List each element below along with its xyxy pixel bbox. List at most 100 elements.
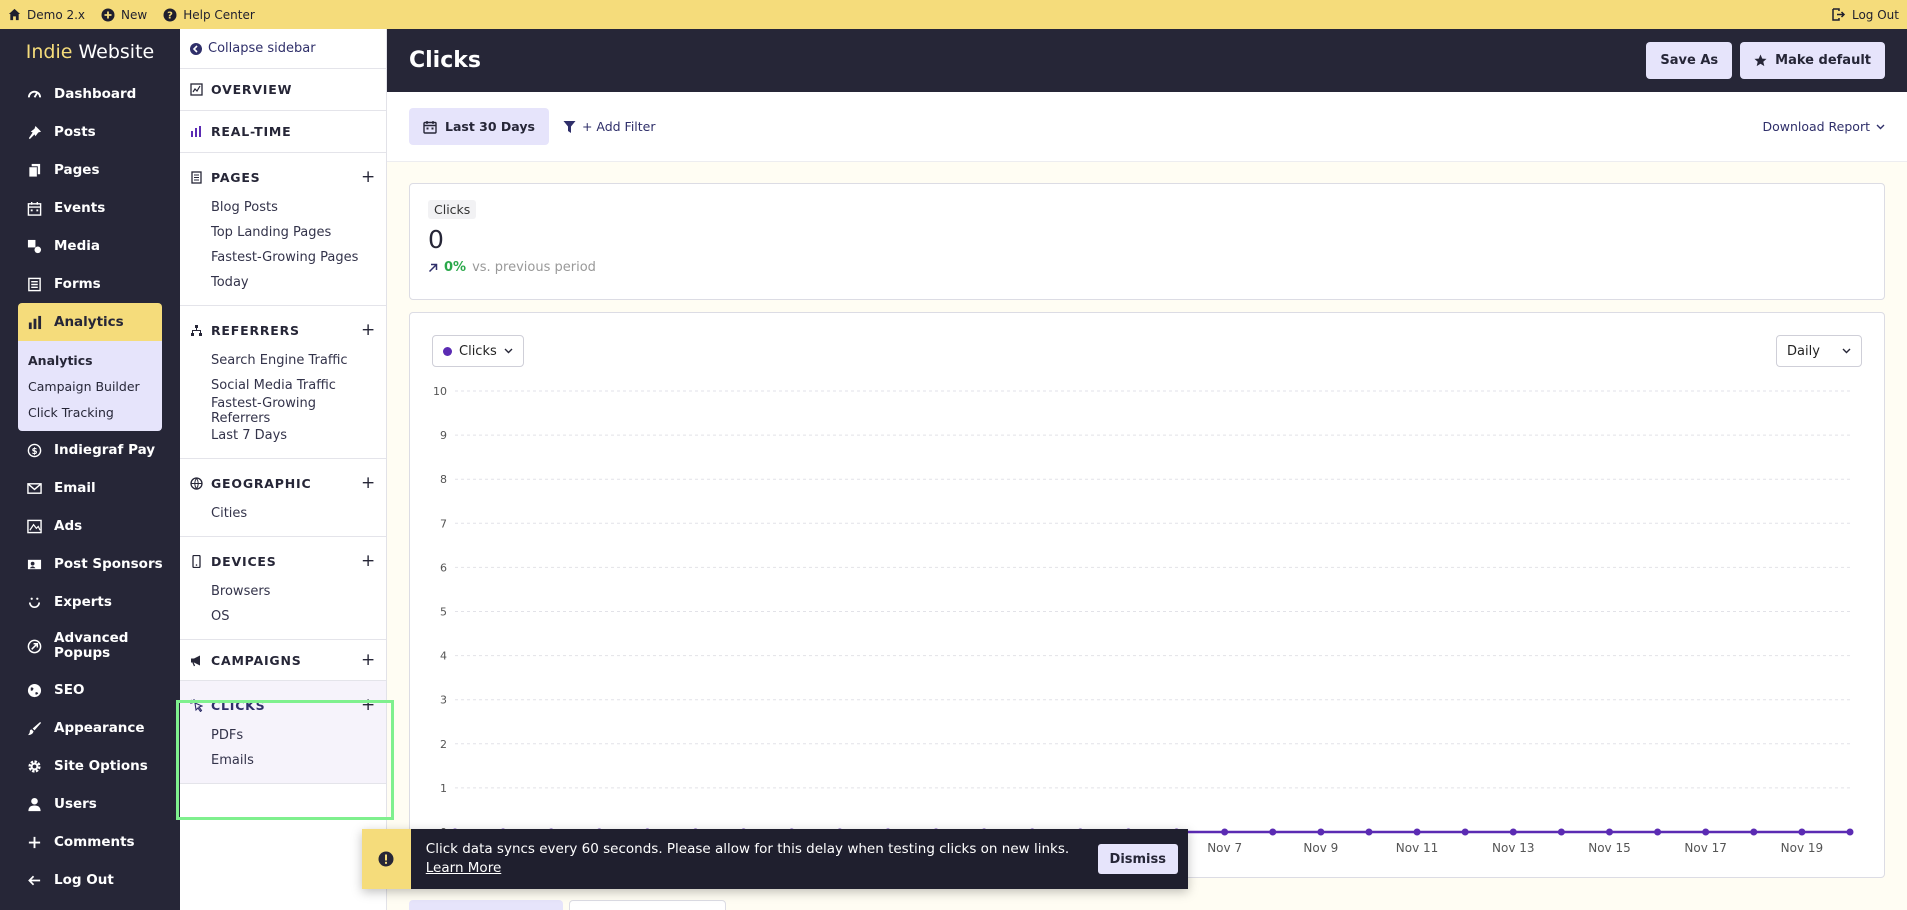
sidebar-link[interactable]: Fastest-Growing Pages <box>211 245 376 270</box>
section-header-devices[interactable]: DEVICES + <box>190 537 376 585</box>
filter-bar: Last 30 Days + Add Filter Download Repor… <box>387 92 1907 162</box>
sidebar-link[interactable]: Cities <box>211 501 376 526</box>
section-header-clicks[interactable]: CLICKS + <box>190 681 376 729</box>
sidebar-link[interactable]: Emails <box>211 748 376 773</box>
data-point <box>1413 828 1421 836</box>
sidebar-link[interactable]: Browsers <box>211 579 376 604</box>
nav-item-users[interactable]: Users <box>0 785 180 823</box>
section-header-campaigns[interactable]: CAMPAIGNS + <box>190 640 376 680</box>
add-filter-button[interactable]: + Add Filter <box>563 119 656 134</box>
collapse-sidebar-button[interactable]: Collapse sidebar <box>180 29 386 69</box>
section-header-overview[interactable]: OVERVIEW <box>190 69 376 110</box>
chevron-down-icon <box>1876 124 1885 130</box>
section-header-real-time[interactable]: REAL-TIME <box>190 111 376 152</box>
page-icon <box>190 170 203 184</box>
dismiss-button[interactable]: Dismiss <box>1097 844 1178 874</box>
section-header-geographic[interactable]: GEOGRAPHIC + <box>190 459 376 507</box>
add-section-icon[interactable]: + <box>361 695 376 715</box>
nav-item-post-sponsors[interactable]: Post Sponsors <box>0 545 180 583</box>
data-point <box>1365 828 1373 836</box>
globe-grid-icon <box>190 476 203 490</box>
sidebar-link[interactable]: OS <box>211 604 376 629</box>
warning-icon <box>362 829 411 889</box>
nav-item-label: Forms <box>54 276 101 292</box>
nav-item-analytics[interactable]: Analytics <box>18 303 162 341</box>
nav-item-label: Post Sponsors <box>54 556 163 572</box>
sidebar-sections: OVERVIEW REAL-TIME PAGES + Blog Posts Top Lan… <box>180 69 386 784</box>
nav-item-forms[interactable]: Forms <box>0 265 180 303</box>
add-section-icon[interactable]: + <box>361 473 376 493</box>
nav-item-pages[interactable]: Pages <box>0 151 180 189</box>
sidebar-link[interactable]: Search Engine Traffic <box>211 348 376 373</box>
new-button[interactable]: New <box>101 8 147 22</box>
date-range-button[interactable]: Last 30 Days <box>409 108 549 145</box>
nav-item-email[interactable]: Email <box>0 469 180 507</box>
section-links: Cities <box>190 501 376 536</box>
stat-change-suffix: vs. previous period <box>472 260 596 275</box>
nav-item-label: Pages <box>54 162 100 178</box>
home-icon <box>8 8 21 21</box>
nav-item-ads[interactable]: Ads <box>0 507 180 545</box>
subnav-item-analytics[interactable]: Analytics <box>28 347 162 373</box>
section-title: REFERRERS <box>211 322 300 338</box>
nav-item-indiegraf-pay[interactable]: $ Indiegraf Pay <box>0 431 180 469</box>
bottom-tab-1[interactable] <box>409 900 563 910</box>
nav-item-dashboard[interactable]: Dashboard <box>0 75 180 113</box>
sidebar-link[interactable]: Social Media Traffic <box>211 373 376 398</box>
nav-item-label: Appearance <box>54 720 145 736</box>
nav-item-posts[interactable]: Posts <box>0 113 180 151</box>
download-report-dropdown[interactable]: Download Report <box>1762 119 1885 134</box>
sidebar-link[interactable]: Last 7 Days <box>211 423 376 448</box>
sidebar-link[interactable]: Blog Posts <box>211 195 376 220</box>
data-point <box>1654 828 1662 836</box>
date-range-label: Last 30 Days <box>445 119 535 134</box>
add-section-icon[interactable]: + <box>361 551 376 571</box>
subnav-item-click-tracking[interactable]: Click Tracking <box>28 399 162 425</box>
nav-item-label: Indiegraf Pay <box>54 442 156 458</box>
popup-icon <box>27 639 42 654</box>
add-section-icon[interactable]: + <box>361 320 376 340</box>
nav-item-label: Comments <box>54 834 135 850</box>
sidebar-link[interactable]: Today <box>211 270 376 295</box>
chevron-left-circle-icon <box>190 42 202 55</box>
make-default-button[interactable]: Make default <box>1740 42 1885 79</box>
sidebar-link[interactable]: PDFs <box>211 723 376 748</box>
nav-item-media[interactable]: Media <box>0 227 180 265</box>
page-title: Clicks <box>409 48 481 73</box>
nav-item-site-options[interactable]: Site Options <box>0 747 180 785</box>
nav-item-seo[interactable]: SEO <box>0 671 180 709</box>
toast-message: Click data syncs every 60 seconds. Pleas… <box>411 840 1098 878</box>
nav-item-experts[interactable]: Experts <box>0 583 180 621</box>
section-links: Blog Posts Top Landing Pages Fastest-Growi… <box>190 195 376 305</box>
nav-item-label: Advanced Popups <box>54 630 129 661</box>
plus-icon <box>27 835 42 850</box>
sidebar-link[interactable]: Fastest-Growing Referrers <box>211 396 376 426</box>
svg-text:$: $ <box>32 445 38 455</box>
section-header-referrers[interactable]: REFERRERS + <box>190 306 376 354</box>
help-center-link[interactable]: ? Help Center <box>163 8 255 22</box>
site-switcher[interactable]: Demo 2.x <box>8 8 85 22</box>
nav-item-log-out[interactable]: Log Out <box>0 861 180 899</box>
add-section-icon[interactable]: + <box>361 650 376 670</box>
sitemap-icon <box>190 324 203 337</box>
subnav-item-campaign-builder[interactable]: Campaign Builder <box>28 373 162 399</box>
section-header-pages[interactable]: PAGES + <box>190 153 376 201</box>
calendar-icon <box>423 120 437 134</box>
brand-logo[interactable]: Indie Website <box>0 29 180 75</box>
learn-more-link[interactable]: Learn More <box>426 860 502 876</box>
bottom-tab-2[interactable] <box>569 900 726 910</box>
series-dropdown[interactable]: Clicks <box>432 335 524 367</box>
period-dropdown[interactable]: Daily <box>1776 335 1862 367</box>
media-icon <box>27 239 42 254</box>
topbar-logout[interactable]: Log Out <box>1832 8 1899 22</box>
sidebar-link[interactable]: Top Landing Pages <box>211 220 376 245</box>
add-section-icon[interactable]: + <box>361 167 376 187</box>
nav-item-advanced-popups[interactable]: Advanced Popups <box>0 621 180 671</box>
nav-item-label: Experts <box>54 594 112 610</box>
nav-item-events[interactable]: Events <box>0 189 180 227</box>
save-as-button[interactable]: Save As <box>1646 42 1733 79</box>
envelope-icon <box>27 481 42 496</box>
nav-item-comments[interactable]: Comments <box>0 823 180 861</box>
nav-item-label: Log Out <box>54 872 114 888</box>
nav-item-appearance[interactable]: Appearance <box>0 709 180 747</box>
